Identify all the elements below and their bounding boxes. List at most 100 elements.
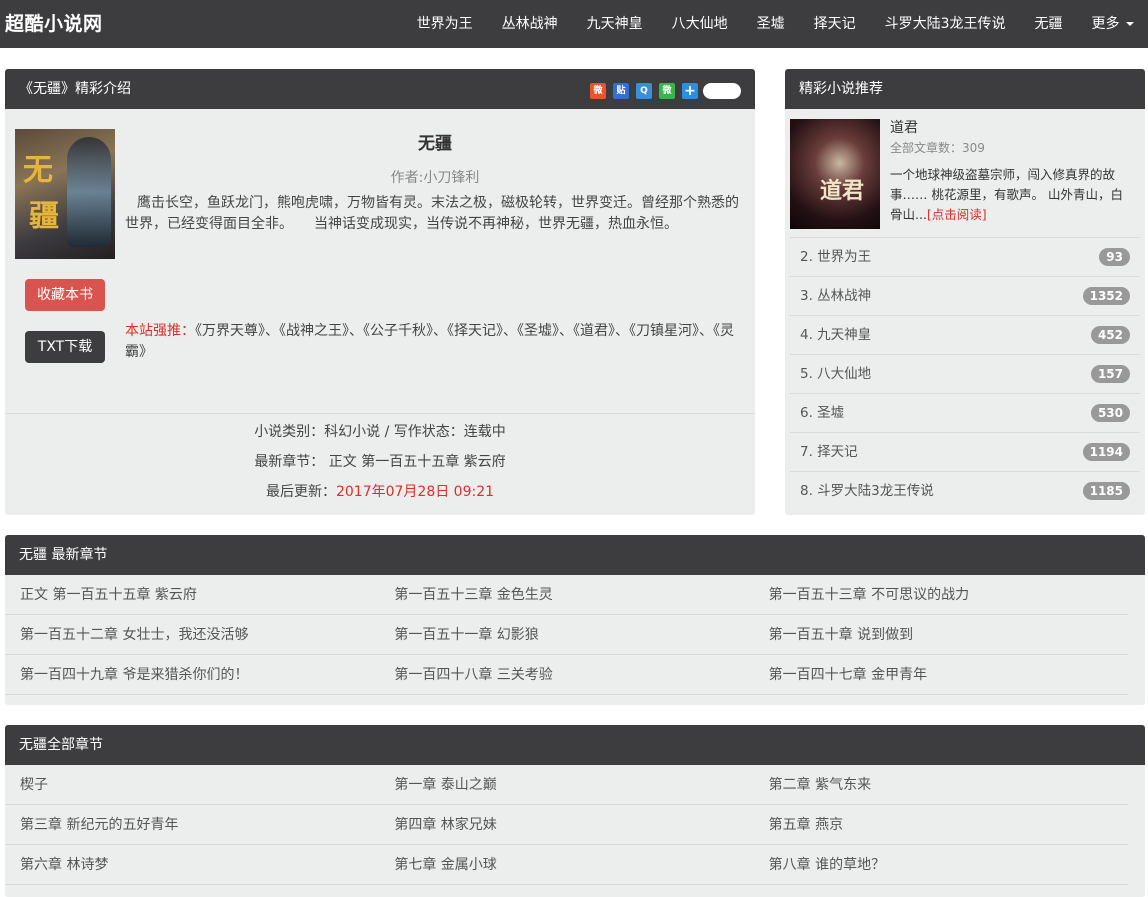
recommend-list: 2. 世界为王 93 3. 丛林战神 1352 4. 九天神皇 452 5. 八大仙地… — [790, 237, 1140, 510]
all-chapters-panel: 无疆全部章节 楔子 第一章 泰山之巅 第二章 紫气东来 第三章 新纪元的五好青年… — [5, 725, 1145, 897]
chapter-link[interactable]: 第一百五十一章 幻影狼 — [379, 615, 753, 654]
chapter-link[interactable]: 第一百五十三章 不可思议的战力 — [754, 575, 1128, 614]
recommend-item[interactable]: 2. 世界为王 93 — [790, 237, 1140, 276]
chapter-link[interactable]: 第一百五十二章 女壮士，我还没活够 — [5, 615, 379, 654]
featured-title[interactable]: 道君 — [890, 117, 918, 137]
chapter-link[interactable]: 第一百四十八章 三关考验 — [379, 655, 753, 694]
cover-figure — [67, 137, 111, 247]
last-update-label: 最后更新： — [265, 484, 336, 500]
intro-panel-title: 《无疆》精彩介绍 — [19, 81, 131, 97]
nav-link-8[interactable]: 无疆 — [1020, 0, 1077, 48]
recommend-item-label: 8. 斗罗大陆3龙王传说 — [800, 483, 934, 499]
chapter-link[interactable]: 第二章 紫气东来 — [754, 765, 1128, 804]
recommend-item-label: 5. 八大仙地 — [800, 366, 872, 382]
chapter-count-badge: 1194 — [1082, 443, 1130, 461]
featured-read-link[interactable]: [点击阅读] — [927, 207, 987, 222]
chapter-link[interactable]: 第七章 金属小球 — [379, 845, 753, 884]
chapter-link[interactable]: 第五章 燕京 — [754, 805, 1128, 844]
featured-count: 全部文章数：309 — [890, 141, 985, 155]
chapter-link[interactable]: 第一百四十九章 爷是来猎杀你们的！ — [5, 655, 379, 694]
chapter-link[interactable]: 第一百四十七章 金甲青年 — [754, 655, 1128, 694]
nav-link-4[interactable]: 八大仙地 — [657, 0, 742, 48]
recommend-item[interactable]: 7. 择天记 1194 — [790, 432, 1140, 471]
book-author: 作者:小刀锋利 — [390, 170, 480, 186]
all-chapters-header: 无疆全部章节 — [5, 725, 1145, 765]
chapter-row: 第六章 林诗梦 第七章 金属小球 第八章 谁的草地？ — [5, 845, 1128, 885]
recommend-item-label: 7. 择天记 — [800, 444, 858, 460]
recommend-item[interactable]: 6. 圣墟 530 — [790, 393, 1140, 432]
txt-download-button[interactable]: TXT下载 — [25, 331, 105, 363]
share-count-pill — [703, 83, 741, 99]
latest-chapter-label: 最新章节： — [254, 454, 325, 470]
nav-more-label: 更多 — [1091, 16, 1120, 32]
chapter-count-badge: 452 — [1090, 326, 1130, 344]
recommend-item-label: 3. 丛林战神 — [800, 288, 872, 304]
cover-char-2: 疆 — [29, 199, 59, 234]
chapter-row: 第三章 新纪元的五好青年 第四章 林家兄妹 第五章 燕京 — [5, 805, 1128, 845]
chapter-link[interactable]: 第六章 林诗梦 — [5, 845, 379, 884]
add-favorite-button[interactable]: 收藏本书 — [25, 279, 105, 311]
recommend-item[interactable]: 5. 八大仙地 157 — [790, 354, 1140, 393]
recommend-links[interactable]: 《万界天尊》、《战神之王》、《公子千秋》、《择天记》、《圣墟》、《道君》、《刀镇… — [125, 323, 734, 360]
recommend-item[interactable]: 4. 九天神皇 452 — [790, 315, 1140, 354]
featured-desc-text: 一个地球神级盗墓宗师，闯入修真界的故事…… 桃花源里，有歌声。 山外青山，白骨山… — [890, 167, 1123, 222]
nav-link-6[interactable]: 择天记 — [799, 0, 870, 48]
book-title: 无疆 — [418, 134, 452, 154]
qq-icon[interactable]: Q — [636, 83, 652, 99]
recommend-panel: 精彩小说推荐 道君 道君 全部文章数：309 一个地球神级盗墓宗师，闯入修真界的… — [785, 69, 1145, 515]
nav-link-2[interactable]: 丛林战神 — [487, 0, 572, 48]
chapter-row: 第一百四十九章 爷是来猎杀你们的！ 第一百四十八章 三关考验 第一百四十七章 金… — [5, 655, 1128, 695]
wechat-icon[interactable]: 微 — [659, 83, 675, 99]
chapter-link[interactable]: 第四章 林家兄妹 — [379, 805, 753, 844]
nav-link-1[interactable]: 世界为王 — [402, 0, 487, 48]
chapter-count-badge: 1352 — [1082, 287, 1130, 305]
latest-chapters-grid: 正文 第一百五十五章 紫云府 第一百五十三章 金色生灵 第一百五十三章 不可思议… — [5, 575, 1128, 695]
latest-chapter-link[interactable]: 正文 第一百五十五章 紫云府 — [329, 454, 506, 470]
chapter-link[interactable]: 第一章 泰山之巅 — [379, 765, 753, 804]
chapter-count-badge: 530 — [1090, 404, 1130, 422]
intro-panel-header: 《无疆》精彩介绍 微 贴 Q 微 + — [5, 69, 755, 109]
book-description: 鹰击长空，鱼跃龙门，熊咆虎啸，万物皆有灵。末法之极，磁极轮转，世界变迁。曾经那个… — [125, 195, 739, 232]
nav-link-7[interactable]: 斗罗大陆3龙王传说 — [870, 0, 1020, 48]
chapter-link[interactable]: 第八章 谁的草地？ — [754, 845, 1128, 884]
chapter-count-badge: 93 — [1099, 248, 1130, 266]
caret-down-icon — [1125, 22, 1134, 26]
intro-divider — [5, 413, 755, 414]
top-navbar: 超酷小说网 世界为王 丛林战神 九天神皇 八大仙地 圣墟 择天记 斗罗大陆3龙王… — [0, 0, 1148, 48]
nav-link-3[interactable]: 九天神皇 — [572, 0, 657, 48]
chapter-count-badge: 1185 — [1082, 482, 1130, 500]
cover-char-1: 无 — [23, 153, 53, 188]
site-brand[interactable]: 超酷小说网 — [5, 0, 103, 48]
chapter-link[interactable]: 第一百五十三章 金色生灵 — [379, 575, 753, 614]
recommend-item[interactable]: 8. 斗罗大陆3龙王传说 1185 — [790, 471, 1140, 510]
book-category-line: 小说类别：科幻小说 / 写作状态：连载中 — [254, 424, 506, 440]
chapter-row: 第一百五十二章 女壮士，我还没活够 第一百五十一章 幻影狼 第一百五十章 说到做… — [5, 615, 1128, 655]
tieba-icon[interactable]: 贴 — [613, 83, 629, 99]
latest-chapters-panel: 无疆 最新章节 正文 第一百五十五章 紫云府 第一百五十三章 金色生灵 第一百五… — [5, 535, 1145, 705]
more-share-icon[interactable]: + — [682, 83, 698, 99]
last-update-value: 2017年07月28日 09:21 — [335, 484, 495, 500]
chapter-link[interactable]: 第一百五十章 说到做到 — [754, 615, 1128, 654]
featured-description: 一个地球神级盗墓宗师，闯入修真界的故事…… 桃花源里，有歌声。 山外青山，白骨山… — [890, 165, 1135, 225]
latest-chapters-header: 无疆 最新章节 — [5, 535, 1145, 575]
nav-link-5[interactable]: 圣墟 — [742, 0, 799, 48]
book-cover-image: 无 疆 — [15, 129, 115, 259]
latest-chapter-line: 最新章节： 正文 第一百五十五章 紫云府 — [5, 451, 755, 471]
last-update-line: 最后更新：2017年07月28日 09:21 — [5, 481, 755, 501]
chapter-count-badge: 157 — [1090, 365, 1130, 383]
featured-cover-image[interactable]: 道君 — [790, 119, 880, 229]
chapter-link[interactable]: 正文 第一百五十五章 紫云府 — [5, 575, 379, 614]
chapter-link[interactable]: 第三章 新纪元的五好青年 — [5, 805, 379, 844]
nav-links: 世界为王 丛林战神 九天神皇 八大仙地 圣墟 择天记 斗罗大陆3龙王传说 无疆 … — [402, 0, 1148, 48]
site-recommend: 本站强推：《万界天尊》、《战神之王》、《公子千秋》、《择天记》、《圣墟》、《道君… — [125, 321, 745, 363]
nav-more-dropdown[interactable]: 更多 — [1077, 0, 1148, 48]
recommend-label: 本站强推： — [125, 323, 195, 339]
recommend-item[interactable]: 3. 丛林战神 1352 — [790, 276, 1140, 315]
chapter-row: 正文 第一百五十五章 紫云府 第一百五十三章 金色生灵 第一百五十三章 不可思议… — [5, 575, 1128, 615]
recommend-item-label: 4. 九天神皇 — [800, 327, 872, 343]
share-bar: 微 贴 Q 微 + — [583, 83, 741, 99]
weibo-icon[interactable]: 微 — [590, 83, 606, 99]
recommend-panel-header: 精彩小说推荐 — [785, 69, 1145, 109]
chapter-row: 楔子 第一章 泰山之巅 第二章 紫气东来 — [5, 765, 1128, 805]
chapter-link[interactable]: 楔子 — [5, 765, 379, 804]
